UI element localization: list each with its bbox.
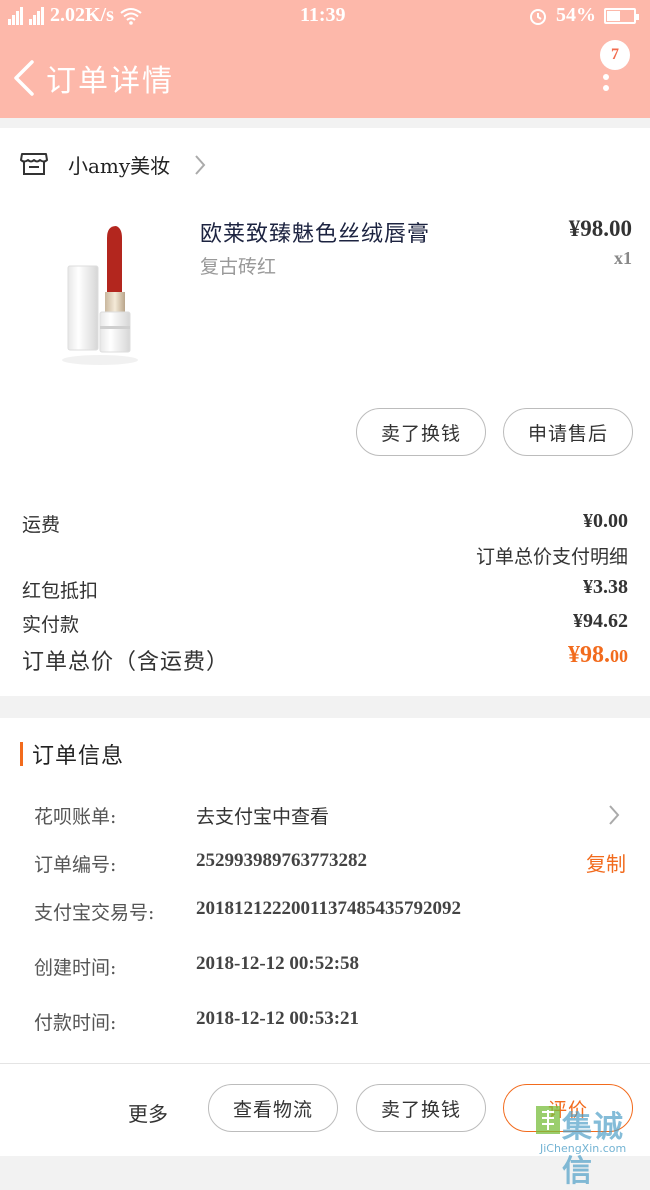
created-time-row: 创建时间: 2018-12-12 00:52:58 xyxy=(0,953,650,987)
order-number: 252993989763773282 xyxy=(196,850,367,871)
sell-button-bottom[interactable]: 卖了换钱 xyxy=(356,1084,486,1132)
total-value: ¥98.00 xyxy=(568,642,628,669)
info-label: 付款时间: xyxy=(34,1012,117,1034)
paid-label: 实付款 xyxy=(22,614,80,636)
chevron-right-icon xyxy=(195,155,206,175)
product-variant: 复古砖红 xyxy=(200,256,277,278)
total-value-cents: 00 xyxy=(610,646,628,666)
nav-bar: 订单详情 7 xyxy=(0,32,650,118)
total-row: 订单总价（含运费） ¥98.00 xyxy=(0,642,650,680)
payment-detail-link[interactable]: 订单总价支付明细 xyxy=(476,542,628,569)
product-quantity: x1 xyxy=(614,248,632,268)
alarm-icon xyxy=(530,8,546,25)
order-card: 小amy美妆 欧莱致臻魅色丝绒唇膏 复古砖红 ¥98.00 x1 卖了换钱 申请… xyxy=(0,128,650,696)
order-number-row: 订单编号: 252993989763773282 复制 xyxy=(0,850,650,884)
created-time: 2018-12-12 00:52:58 xyxy=(196,953,360,974)
total-label: 订单总价（含运费） xyxy=(22,650,230,675)
network-speed: 2.02K/s xyxy=(50,4,114,26)
more-dots-icon xyxy=(603,74,609,96)
battery-icon xyxy=(604,7,639,24)
message-badge: 7 xyxy=(600,40,630,70)
more-menu-button[interactable]: 7 xyxy=(596,38,640,98)
huabei-bill-row[interactable]: 花呗账单: 去支付宝中查看 xyxy=(0,802,650,836)
payment-detail-row[interactable]: 订单总价支付明细 xyxy=(0,542,650,572)
red-packet-row: 红包抵扣 ¥3.38 xyxy=(0,576,650,606)
signal-icon xyxy=(8,6,23,25)
product-name[interactable]: 欧莱致臻魅色丝绒唇膏 xyxy=(200,216,430,248)
red-packet-value: ¥3.38 xyxy=(583,576,628,598)
total-value-main: ¥98. xyxy=(568,642,610,668)
battery-percent: 54% xyxy=(556,4,596,26)
alipay-trade-row: 支付宝交易号: 2018121222001137485435792092 xyxy=(0,898,650,932)
after-sales-button[interactable]: 申请售后 xyxy=(503,408,633,456)
shop-name: 小amy美妆 xyxy=(68,154,171,178)
status-right: 54% xyxy=(528,4,639,27)
chevron-right-icon xyxy=(609,805,620,825)
shipping-label: 运费 xyxy=(22,514,61,536)
product-price: ¥98.00 xyxy=(568,216,632,241)
red-packet-label: 红包抵扣 xyxy=(22,580,99,602)
paid-time: 2018-12-12 00:53:21 xyxy=(196,1008,360,1029)
shipping-value: ¥0.00 xyxy=(583,510,628,532)
info-label: 花呗账单: xyxy=(34,806,117,828)
info-label: 创建时间: xyxy=(34,957,117,979)
paid-time-row: 付款时间: 2018-12-12 00:53:21 xyxy=(0,1008,650,1042)
store-icon xyxy=(20,153,48,175)
order-info-header: 订单信息 xyxy=(0,718,650,788)
view-logistics-button[interactable]: 查看物流 xyxy=(208,1084,338,1132)
order-info-title: 订单信息 xyxy=(32,744,125,769)
product-image[interactable] xyxy=(40,220,160,380)
shipping-row: 运费 ¥0.00 xyxy=(0,510,650,540)
watermark-subtext: JiChengXin.com xyxy=(540,1142,627,1155)
status-left: 2.02K/s xyxy=(8,4,142,27)
info-label: 支付宝交易号: xyxy=(34,902,155,924)
info-label: 订单编号: xyxy=(34,854,117,876)
back-arrow-icon[interactable] xyxy=(10,58,36,98)
more-button[interactable]: 更多 xyxy=(128,1098,168,1127)
order-info-card: 订单信息 花呗账单: 去支付宝中查看 订单编号: 252993989763773… xyxy=(0,718,650,1063)
accent-bar xyxy=(20,742,23,766)
alipay-trade-number: 2018121222001137485435792092 xyxy=(196,898,461,919)
copy-button[interactable]: 复制 xyxy=(586,848,626,877)
status-bar: 2.02K/s 11:39 54% xyxy=(0,0,650,32)
paid-value: ¥94.62 xyxy=(573,610,628,632)
sell-button[interactable]: 卖了换钱 xyxy=(356,408,486,456)
wifi-icon xyxy=(120,7,142,25)
signal-icon xyxy=(29,6,44,25)
paid-row: 实付款 ¥94.62 xyxy=(0,610,650,640)
huabei-bill-link[interactable]: 去支付宝中查看 xyxy=(196,802,329,829)
status-time: 11:39 xyxy=(300,4,346,26)
shop-row[interactable]: 小amy美妆 xyxy=(0,128,650,198)
bottom-action-bar: 更多 查看物流 卖了换钱 评价 集诚信 JiChengXin.com xyxy=(0,1063,650,1189)
page-title: 订单详情 xyxy=(46,64,174,99)
